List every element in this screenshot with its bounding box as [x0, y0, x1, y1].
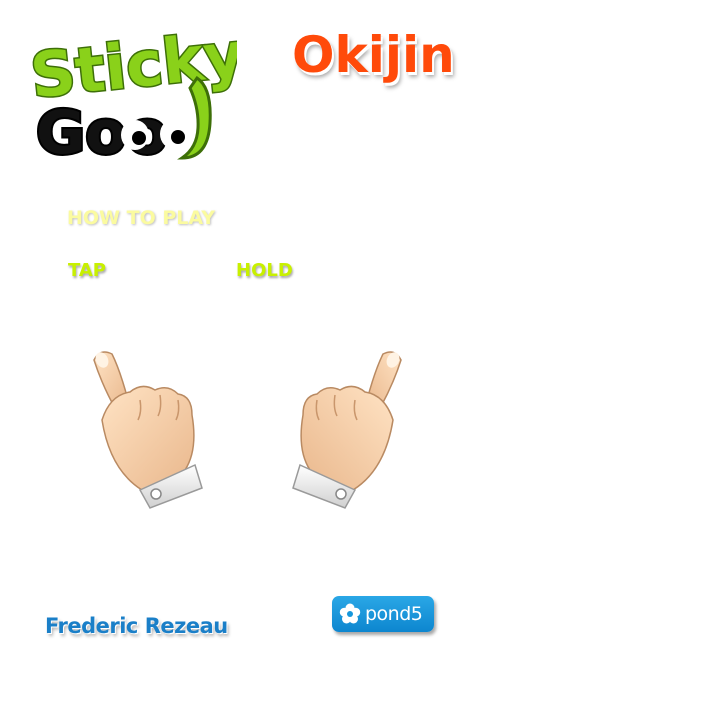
hold-label: HOLD: [236, 260, 293, 281]
flower-icon: [339, 603, 361, 624]
how-to-play-heading: HOW TO PLAY: [67, 207, 216, 229]
sticky-goo-logo-art: Sticky Goo: [26, 16, 249, 170]
hold-hand-icon: [285, 340, 415, 510]
artist-credit: Frederic Rezeau: [45, 614, 228, 638]
studio-name: Okijin: [292, 26, 455, 84]
pond5-badge[interactable]: pond5: [332, 596, 434, 632]
tap-hand-icon: [80, 340, 210, 510]
pond5-label: pond5: [365, 603, 423, 625]
game-logo: Sticky Goo: [22, 16, 249, 170]
tap-label: TAP: [68, 260, 107, 281]
